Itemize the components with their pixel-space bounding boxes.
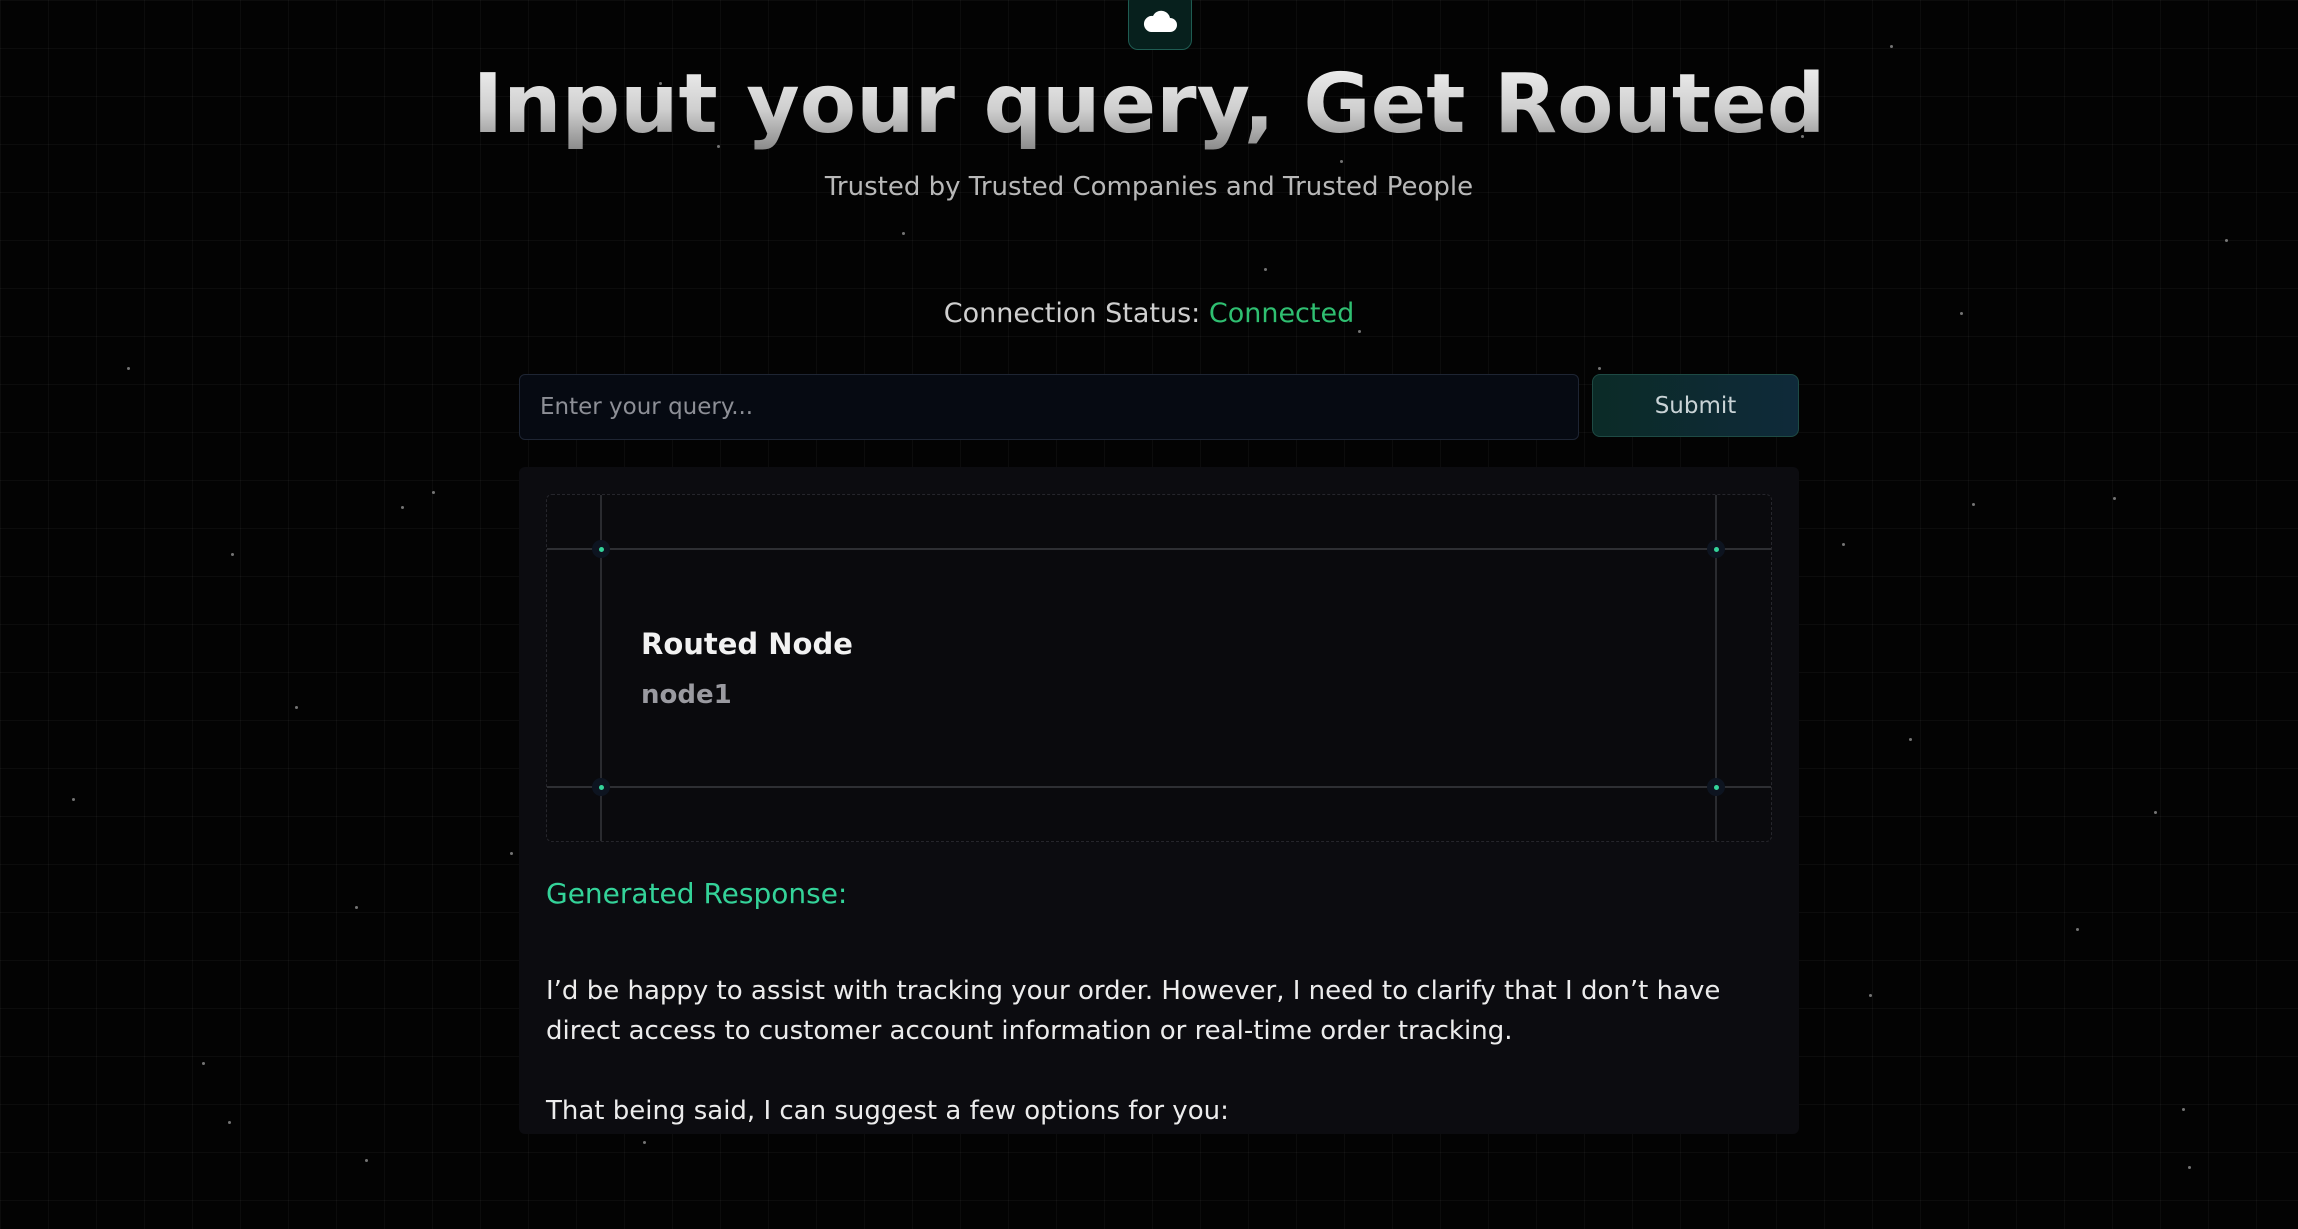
routed-node-value: node1 (641, 680, 732, 710)
corner-dot-top-right (1707, 540, 1725, 558)
corner-dot-top-left (592, 540, 610, 558)
corner-dot-bottom-left (592, 778, 610, 796)
corner-dot-bottom-right (1707, 778, 1725, 796)
connection-status: Connection Status: Connected (0, 298, 2298, 329)
routed-node-title: Routed Node (641, 627, 853, 661)
page-title: Input your query, Get Routed (0, 59, 2298, 150)
query-input[interactable] (519, 374, 1579, 440)
response-heading: Generated Response: (546, 877, 848, 910)
app-root: Input your query, Get Routed Trusted by … (0, 0, 2298, 1229)
response-paragraph: That being said, I can suggest a few opt… (546, 1096, 1229, 1126)
connection-status-value: Connected (1208, 298, 1355, 329)
logo-badge (1128, 0, 1192, 50)
guide-line-top (547, 548, 1771, 550)
guide-line-bottom (547, 786, 1771, 788)
connection-status-label: Connection Status: (943, 298, 1201, 329)
page-subtitle: Trusted by Trusted Companies and Trusted… (824, 172, 1474, 202)
cloud-icon (1143, 10, 1177, 32)
response-paragraph: I’d be happy to assist with tracking you… (546, 976, 1721, 1046)
submit-button[interactable]: Submit (1592, 374, 1799, 437)
routed-node-card (546, 494, 1772, 842)
